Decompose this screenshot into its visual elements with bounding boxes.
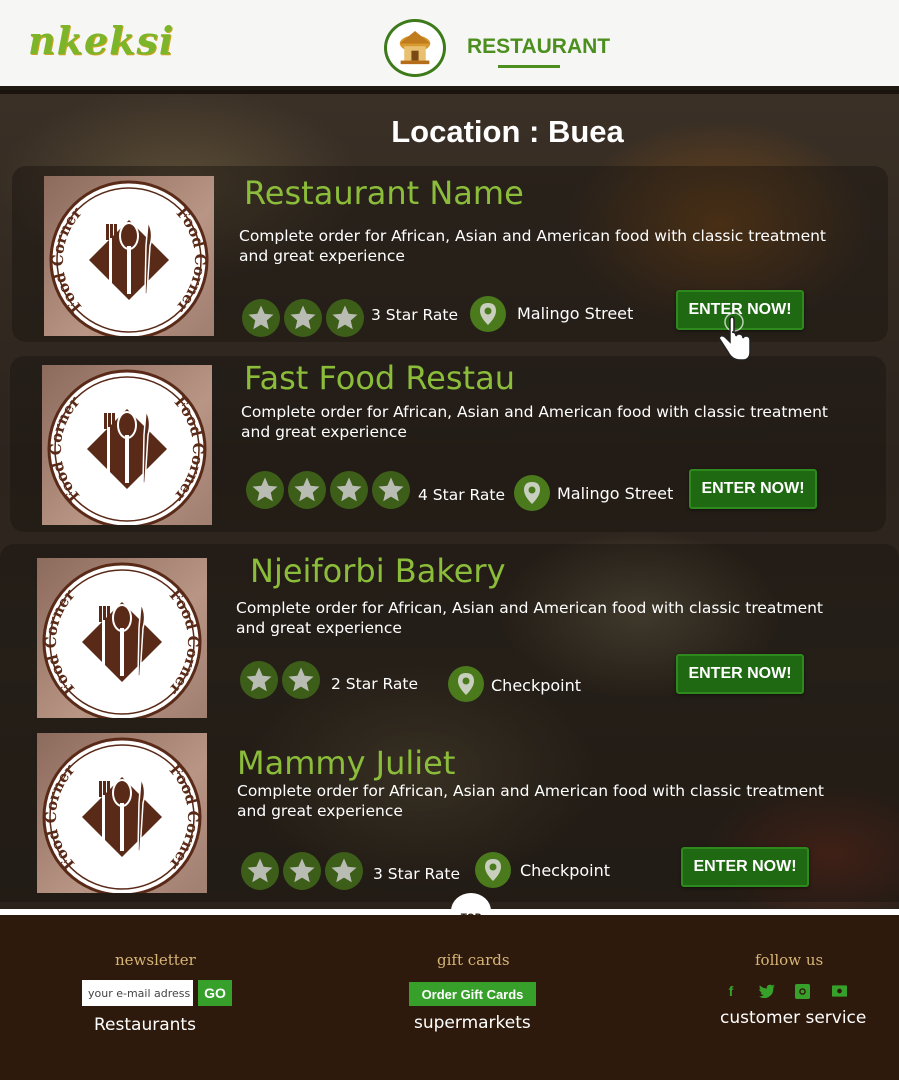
star-rating	[242, 299, 364, 337]
location-pin-icon	[514, 475, 550, 511]
star-icon	[330, 471, 368, 509]
brand-logo[interactable]: nkeksi	[28, 18, 174, 63]
restaurant-logo[interactable]: Food Corner Food Corner	[37, 558, 207, 722]
star-icon	[284, 299, 322, 337]
section-title[interactable]: RESTAURANT	[467, 35, 610, 59]
star-icon	[246, 471, 284, 509]
restaurant-description: Complete order for African, Asian and Am…	[241, 403, 829, 441]
restaurant-description: Complete order for African, Asian and Am…	[236, 599, 824, 637]
newsletter-heading: newsletter	[115, 951, 196, 969]
star-icon	[325, 852, 363, 890]
rating-label: 3 Star Rate	[371, 306, 459, 324]
restaurant-logo[interactable]: Food Corner Food Corner	[44, 176, 214, 340]
star-rating	[240, 661, 320, 699]
email-input[interactable]	[82, 980, 193, 1006]
restaurant-name[interactable]: Mammy Juliet	[237, 744, 455, 782]
go-button[interactable]: GO	[198, 980, 232, 1006]
star-rating	[241, 852, 363, 890]
restaurant-name[interactable]: Fast Food Restau	[244, 359, 515, 397]
star-icon	[283, 852, 321, 890]
rating-label: 3 Star Rate	[373, 865, 461, 883]
street-name: Checkpoint	[520, 861, 611, 880]
enter-now-button[interactable]: ENTER NOW!	[689, 469, 817, 509]
rating-label: 2 Star Rate	[331, 675, 419, 693]
restaurant-name[interactable]: Njeiforbi Bakery	[250, 552, 506, 590]
enter-now-button[interactable]: ENTER NOW!	[676, 654, 804, 694]
rating-label: 4 Star Rate	[418, 486, 506, 504]
location-title: Location : Buea	[391, 114, 624, 149]
header: nkeksi RESTAURANT	[0, 0, 899, 90]
follow-us-heading: follow us	[755, 951, 824, 969]
star-icon	[240, 661, 278, 699]
restaurants-link[interactable]: Restaurants	[94, 1015, 196, 1035]
location-pin-icon	[470, 296, 506, 332]
restaurant-name[interactable]: Restaurant Name	[244, 174, 524, 212]
location-pin-icon	[475, 852, 511, 888]
restaurant-list: Location : Buea Food Corner Food Corner …	[0, 94, 899, 912]
twitter-icon[interactable]	[758, 982, 776, 1000]
youtube-icon[interactable]	[830, 982, 848, 1000]
footer: newsletter GO Restaurants gift cards Ord…	[0, 915, 899, 1080]
street-name: Malingo Street	[517, 304, 634, 323]
location-pin-icon	[448, 666, 484, 702]
star-icon	[282, 661, 320, 699]
star-icon	[242, 299, 280, 337]
star-icon	[241, 852, 279, 890]
star-icon	[372, 471, 410, 509]
restaurant-logo[interactable]: Food Corner Food Corner	[42, 365, 212, 529]
street-name: Checkpoint	[491, 676, 582, 695]
star-icon	[288, 471, 326, 509]
supermarkets-link[interactable]: supermarkets	[414, 1013, 531, 1033]
restaurant-description: Complete order for African, Asian and Am…	[237, 782, 825, 820]
instagram-icon[interactable]	[793, 982, 811, 1000]
restaurant-logo[interactable]: Food Corner Food Corner	[37, 733, 207, 897]
gift-cards-heading: gift cards	[437, 951, 510, 969]
restaurant-hut-icon	[384, 19, 446, 77]
enter-now-button[interactable]: ENTER NOW!	[676, 290, 804, 330]
street-name: Malingo Street	[557, 484, 674, 503]
star-icon	[326, 299, 364, 337]
enter-now-button[interactable]: ENTER NOW!	[681, 847, 809, 887]
order-gift-cards-button[interactable]: Order Gift Cards	[409, 982, 536, 1006]
star-rating	[246, 471, 410, 509]
customer-service-link[interactable]: customer service	[720, 1008, 866, 1028]
facebook-icon[interactable]: f	[722, 982, 740, 1000]
restaurant-description: Complete order for African, Asian and Am…	[239, 227, 827, 265]
section-underline	[498, 65, 560, 68]
